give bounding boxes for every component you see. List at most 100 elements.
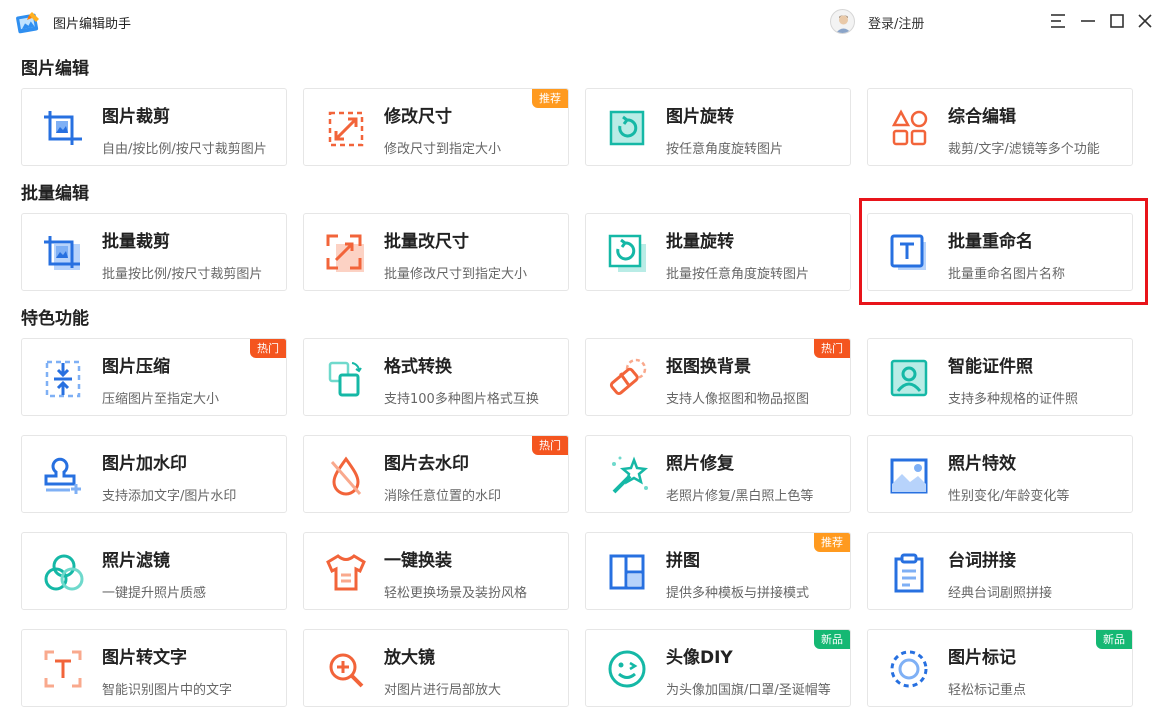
card-title: 综合编辑 <box>948 107 1016 127</box>
batch-crop-icon <box>44 236 80 270</box>
batch-rotate-icon <box>608 234 646 272</box>
app-title: 图片编辑助手 <box>53 17 132 32</box>
card-magnifier[interactable]: 放大镜 对图片进行局部放大 <box>303 629 569 707</box>
card-title: 照片滤镜 <box>102 551 170 571</box>
menu-icon[interactable] <box>1047 10 1069 32</box>
crop-icon <box>44 111 82 145</box>
card-desc: 支持人像抠图和物品抠图 <box>666 392 810 407</box>
card-format-convert[interactable]: 格式转换 支持100多种图片格式互换 <box>303 338 569 416</box>
card-photo-effects[interactable]: 照片特效 性别变化/年龄变化等 <box>867 435 1133 513</box>
card-title: 修改尺寸 <box>384 107 452 127</box>
card-photo-filter[interactable]: 照片滤镜 一键提升照片质感 <box>21 532 287 610</box>
card-desc: 智能识别图片中的文字 <box>102 683 233 698</box>
minimize-icon[interactable] <box>1077 10 1099 32</box>
eraser-icon <box>609 358 647 395</box>
card-title: 抠图换背景 <box>666 357 751 377</box>
card-title: 头像DIY <box>666 648 733 668</box>
card-image-rotate[interactable]: 图片旋转 按任意角度旋转图片 <box>585 88 851 166</box>
close-icon[interactable] <box>1134 10 1156 32</box>
card-avatar-diy[interactable]: 新品 头像DIY 为头像加国旗/口罩/圣诞帽等 <box>585 629 851 707</box>
card-title: 拼图 <box>666 551 700 571</box>
card-image-mark[interactable]: 新品 图片标记 轻松标记重点 <box>867 629 1133 707</box>
badge-recommend: 推荐 <box>532 89 568 108</box>
card-title: 照片特效 <box>948 454 1016 474</box>
card-title: 批量重命名 <box>948 232 1033 252</box>
filter-circles-icon <box>44 554 84 591</box>
card-desc: 消除任意位置的水印 <box>384 489 502 504</box>
card-desc: 一键提升照片质感 <box>102 586 207 601</box>
card-desc: 为头像加国旗/口罩/圣诞帽等 <box>666 683 831 698</box>
card-collage[interactable]: 推荐 拼图 提供多种模板与拼接模式 <box>585 532 851 610</box>
badge-new: 新品 <box>1096 630 1132 649</box>
card-title: 图片标记 <box>948 648 1016 668</box>
card-remove-watermark[interactable]: 热门 图片去水印 消除任意位置的水印 <box>303 435 569 513</box>
card-desc: 批量修改尺寸到指定大小 <box>384 267 528 282</box>
card-desc: 支持添加文字/图片水印 <box>102 489 237 504</box>
card-title: 放大镜 <box>384 648 435 668</box>
card-desc: 裁剪/文字/滤镜等多个功能 <box>948 142 1100 157</box>
smile-icon <box>608 650 646 688</box>
card-desc: 按任意角度旋转图片 <box>666 142 784 157</box>
clipboard-icon <box>894 553 924 593</box>
tshirt-icon <box>326 554 366 591</box>
card-outfit-change[interactable]: 一键换装 轻松更换场景及装扮风格 <box>303 532 569 610</box>
batch-resize-icon <box>326 234 364 272</box>
section-title-features: 特色功能 <box>21 309 89 329</box>
user-avatar[interactable] <box>830 9 855 34</box>
card-title: 图片裁剪 <box>102 107 170 127</box>
card-title: 图片旋转 <box>666 107 734 127</box>
card-title: 图片加水印 <box>102 454 187 474</box>
card-photo-restore[interactable]: 照片修复 老照片修复/黑白照上色等 <box>585 435 851 513</box>
mark-circle-icon <box>890 650 928 688</box>
card-desc: 经典台词剧照拼接 <box>948 586 1053 601</box>
card-title: 照片修复 <box>666 454 734 474</box>
card-image-to-text[interactable]: 图片转文字 智能识别图片中的文字 <box>21 629 287 707</box>
section-title-image-edit: 图片编辑 <box>21 59 89 79</box>
card-resize[interactable]: 推荐 修改尺寸 修改尺寸到指定大小 <box>303 88 569 166</box>
section-title-batch-edit: 批量编辑 <box>21 184 89 204</box>
text-t-icon <box>890 234 926 270</box>
card-cutout-background[interactable]: 热门 抠图换背景 支持人像抠图和物品抠图 <box>585 338 851 416</box>
card-batch-rename[interactable]: 批量重命名 批量重命名图片名称 <box>867 213 1133 291</box>
title-bar: 图片编辑助手 登录/注册 <box>0 0 1170 44</box>
user-avatar-icon <box>835 15 852 33</box>
card-comprehensive-edit[interactable]: 综合编辑 裁剪/文字/滤镜等多个功能 <box>867 88 1133 166</box>
card-desc: 修改尺寸到指定大小 <box>384 142 502 157</box>
card-title: 图片转文字 <box>102 648 187 668</box>
card-desc: 对图片进行局部放大 <box>384 683 502 698</box>
card-desc: 批量按任意角度旋转图片 <box>666 267 810 282</box>
shapes-icon <box>891 109 928 146</box>
card-add-watermark[interactable]: 图片加水印 支持添加文字/图片水印 <box>21 435 287 513</box>
card-desc: 性别变化/年龄变化等 <box>948 489 1070 504</box>
card-title: 批量裁剪 <box>102 232 170 252</box>
drop-off-icon <box>330 456 362 496</box>
compress-icon <box>45 360 81 398</box>
rotate-icon <box>609 110 645 146</box>
card-desc: 轻松标记重点 <box>948 683 1027 698</box>
ocr-t-icon <box>44 650 82 688</box>
badge-new: 新品 <box>814 630 850 649</box>
card-batch-rotate[interactable]: 批量旋转 批量按任意角度旋转图片 <box>585 213 851 291</box>
card-desc: 批量按比例/按尺寸裁剪图片 <box>102 267 263 282</box>
landscape-icon <box>890 458 928 494</box>
card-desc: 压缩图片至指定大小 <box>102 392 220 407</box>
card-desc: 提供多种模板与拼接模式 <box>666 586 810 601</box>
card-title: 一键换装 <box>384 551 452 571</box>
card-title: 批量改尺寸 <box>384 232 469 252</box>
card-id-photo[interactable]: 智能证件照 支持多种规格的证件照 <box>867 338 1133 416</box>
badge-hot: 热门 <box>532 436 568 455</box>
card-image-compress[interactable]: 热门 图片压缩 压缩图片至指定大小 <box>21 338 287 416</box>
card-desc: 支持多种规格的证件照 <box>948 392 1079 407</box>
card-title: 图片压缩 <box>102 357 170 377</box>
card-desc: 批量重命名图片名称 <box>948 267 1066 282</box>
maximize-icon[interactable] <box>1106 10 1128 32</box>
card-image-crop[interactable]: 图片裁剪 自由/按比例/按尺寸裁剪图片 <box>21 88 287 166</box>
card-batch-resize[interactable]: 批量改尺寸 批量修改尺寸到指定大小 <box>303 213 569 291</box>
card-desc: 轻松更换场景及装扮风格 <box>384 586 528 601</box>
badge-hot: 热门 <box>250 339 286 358</box>
card-lines-splice[interactable]: 台词拼接 经典台词剧照拼接 <box>867 532 1133 610</box>
magic-wand-icon <box>612 456 649 494</box>
card-title: 批量旋转 <box>666 232 734 252</box>
card-batch-crop[interactable]: 批量裁剪 批量按比例/按尺寸裁剪图片 <box>21 213 287 291</box>
login-register-link[interactable]: 登录/注册 <box>868 13 924 32</box>
